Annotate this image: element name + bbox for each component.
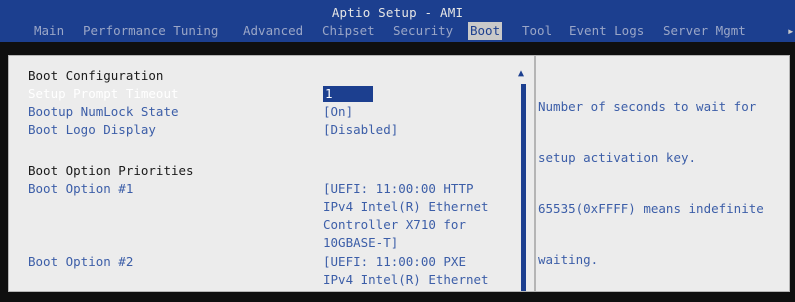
boot-option-1-value-line[interactable]: [UEFI: 11:00:00 HTTP (323, 180, 474, 197)
tab-main[interactable]: Main (32, 22, 66, 40)
tab-advanced[interactable]: Advanced (241, 22, 305, 40)
scrollbar[interactable] (521, 84, 526, 291)
bootup-numlock-label[interactable]: Bootup NumLock State (28, 103, 179, 120)
tab-chipset[interactable]: Chipset (320, 22, 377, 40)
setup-prompt-timeout-label[interactable]: Setup Prompt Timeout (28, 85, 179, 102)
bootup-numlock-value[interactable]: [On] (323, 103, 353, 120)
app-title: Aptio Setup - AMI (331, 5, 464, 20)
boot-option-1-value-line[interactable]: 10GBASE-T] (323, 234, 398, 251)
tab-boot[interactable]: Boot (468, 22, 503, 40)
boot-option-1-label[interactable]: Boot Option #1 (28, 180, 133, 197)
help-line: setup activation key. (538, 150, 697, 165)
boot-logo-display-value[interactable]: [Disabled] (323, 121, 398, 138)
bios-screen: Aptio Setup - AMI Main Performance Tunin… (0, 0, 795, 292)
help-line: Number of seconds to wait for (538, 99, 757, 114)
tab-tool[interactable]: Tool (520, 22, 554, 40)
boot-option-1-value-line[interactable]: Controller X710 for (323, 216, 466, 233)
boot-option-2-value-line[interactable]: [UEFI: 11:00:00 PXE (323, 253, 466, 270)
tab-performance-tuning[interactable]: Performance Tuning (81, 22, 220, 40)
setup-prompt-timeout-input[interactable]: 1 (323, 86, 373, 102)
tab-server-mgmt[interactable]: Server Mgmt (661, 22, 748, 40)
boot-option-2-label[interactable]: Boot Option #2 (28, 253, 133, 270)
section-boot-configuration: Boot Configuration (28, 68, 164, 83)
scroll-up-arrow-icon[interactable]: ▲ (518, 68, 524, 79)
panel-divider (534, 56, 536, 291)
header-bar: Aptio Setup - AMI Main Performance Tunin… (0, 0, 795, 42)
help-text: Number of seconds to wait for setup acti… (538, 64, 783, 302)
tab-event-logs[interactable]: Event Logs (567, 22, 646, 40)
section-boot-option-priorities: Boot Option Priorities (28, 163, 194, 178)
boot-option-1-value-line[interactable]: IPv4 Intel(R) Ethernet (323, 198, 489, 215)
help-line: waiting. (538, 252, 599, 267)
boot-logo-display-label[interactable]: Boot Logo Display (28, 121, 156, 138)
boot-panel: Boot Configuration Setup Prompt Timeout … (8, 55, 790, 292)
tabs-more-arrow-icon[interactable]: ▸ (787, 22, 795, 40)
help-line: 65535(0xFFFF) means indefinite (538, 201, 764, 216)
tab-security[interactable]: Security (391, 22, 455, 40)
boot-option-2-value-line[interactable]: IPv4 Intel(R) Ethernet (323, 271, 489, 288)
